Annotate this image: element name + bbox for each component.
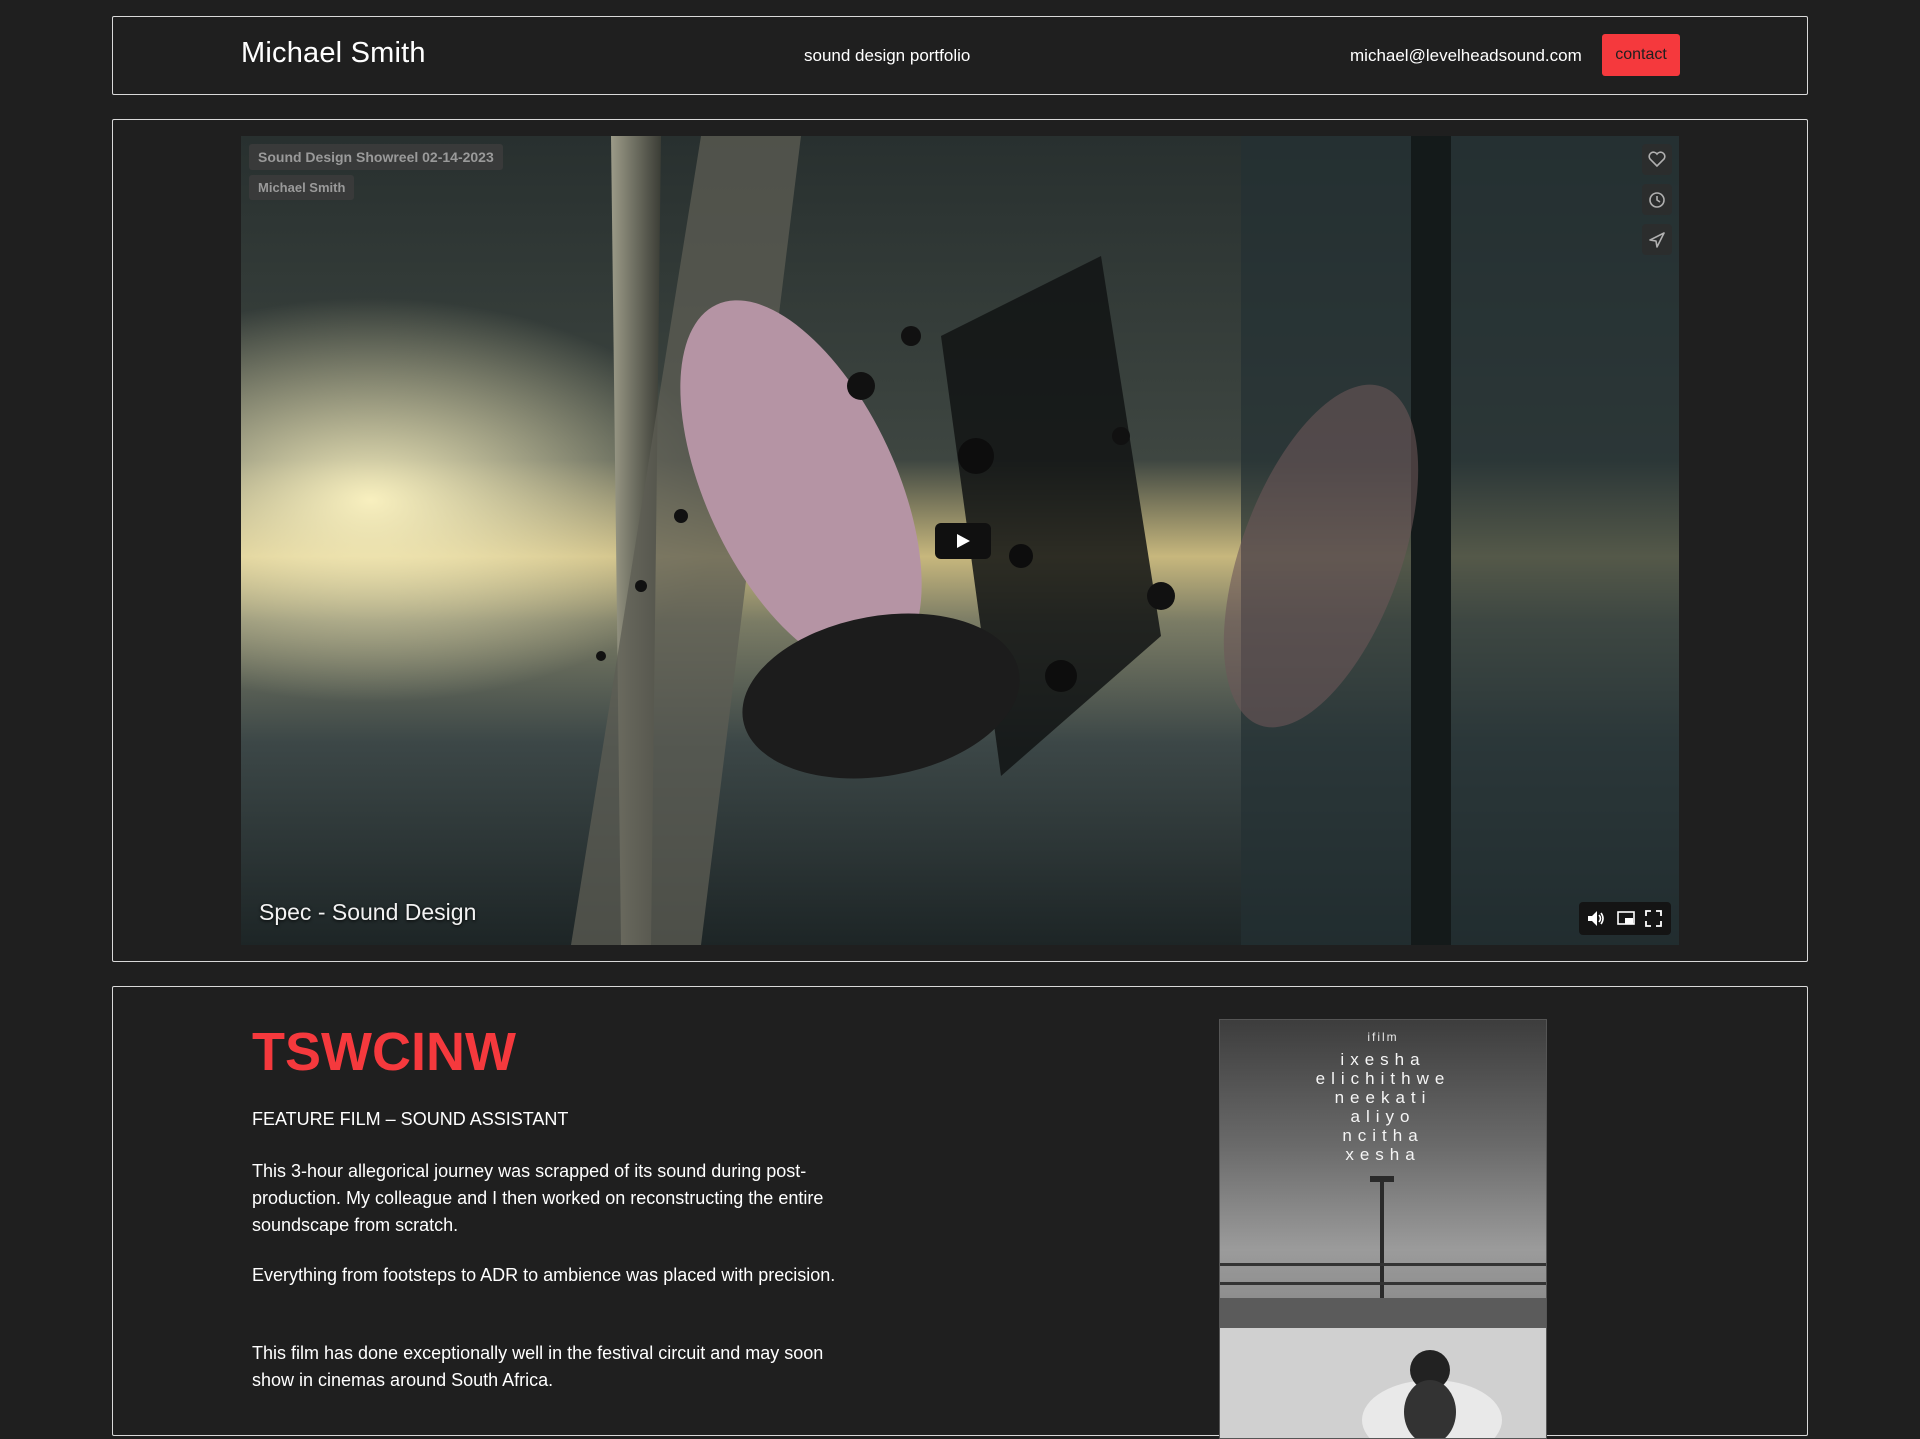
picture-in-picture-icon[interactable] bbox=[1617, 910, 1635, 927]
play-button[interactable] bbox=[935, 523, 991, 559]
poster-title-line: neekati bbox=[1334, 1088, 1432, 1107]
project-paragraph: This 3-hour allegorical journey was scra… bbox=[252, 1161, 824, 1235]
project-paragraph: This film has done exceptionally well in… bbox=[252, 1343, 824, 1390]
clock-icon bbox=[1649, 192, 1665, 208]
volume-icon[interactable] bbox=[1587, 910, 1605, 927]
project-section: TSWCINW FEATURE FILM – SOUND ASSISTANT T… bbox=[112, 986, 1808, 1439]
project-title: TSWCINW bbox=[252, 1022, 516, 1082]
play-icon bbox=[957, 534, 970, 548]
poster-title-line: ixesha bbox=[1340, 1050, 1426, 1069]
fullscreen-icon[interactable] bbox=[1645, 910, 1662, 927]
site-header: Michael Smith sound design portfolio mic… bbox=[112, 16, 1808, 95]
poster-title-line: xesha bbox=[1345, 1145, 1421, 1164]
video-overlay-caption: Spec - Sound Design bbox=[259, 899, 477, 925]
video-author[interactable]: Michael Smith bbox=[249, 175, 355, 200]
project-paragraph: Everything from footsteps to ADR to ambi… bbox=[252, 1265, 836, 1285]
share-icon bbox=[1649, 232, 1665, 248]
poster-brand: ifilm bbox=[1367, 1030, 1399, 1044]
heart-icon bbox=[1648, 151, 1666, 168]
showreel-section: Sound Design Showreel 02-14-2023 Michael… bbox=[112, 119, 1808, 962]
site-tagline: sound design portfolio bbox=[804, 46, 971, 65]
contact-button[interactable]: contact bbox=[1602, 34, 1680, 76]
poster-title-line: ncitha bbox=[1342, 1126, 1424, 1145]
site-name[interactable]: Michael Smith bbox=[241, 37, 426, 70]
watch-later-button[interactable] bbox=[1642, 184, 1672, 215]
video-controls bbox=[1579, 902, 1671, 935]
video-title[interactable]: Sound Design Showreel 02-14-2023 bbox=[249, 144, 503, 170]
video-player[interactable]: Sound Design Showreel 02-14-2023 Michael… bbox=[241, 136, 1679, 945]
email-link[interactable]: michael@levelheadsound.com bbox=[1350, 46, 1582, 66]
share-button[interactable] bbox=[1642, 224, 1672, 255]
film-poster: ifilm ixesha elichithwe neekati aliyo nc… bbox=[1219, 1019, 1547, 1439]
poster-title-line: aliyo bbox=[1350, 1107, 1416, 1126]
poster-title: ixesha elichithwe neekati aliyo ncitha x… bbox=[1220, 1050, 1546, 1164]
like-button[interactable] bbox=[1642, 144, 1672, 175]
poster-title-line: elichithwe bbox=[1315, 1069, 1451, 1088]
project-role: FEATURE FILM – SOUND ASSISTANT bbox=[252, 1109, 569, 1129]
